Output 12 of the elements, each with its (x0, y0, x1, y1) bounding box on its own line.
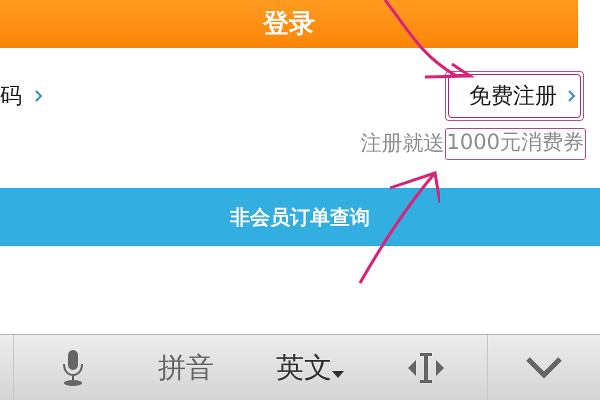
register-link[interactable]: 免费注册 (448, 74, 581, 118)
language-dropdown[interactable]: 英文 (276, 346, 344, 388)
microphone-icon[interactable] (60, 348, 86, 388)
chevron-right-icon (34, 89, 43, 103)
caret-icon (332, 370, 344, 378)
chevron-right-icon (567, 89, 576, 103)
promo-text: 注册就送 (360, 130, 445, 157)
cursor-move-icon[interactable] (408, 352, 444, 384)
pinyin-key[interactable]: 拼音 (158, 346, 214, 388)
forgot-link[interactable]: 码 (0, 80, 43, 112)
chevron-down-icon[interactable] (525, 356, 563, 380)
voucher-text: 1000元消费券 (444, 128, 586, 160)
